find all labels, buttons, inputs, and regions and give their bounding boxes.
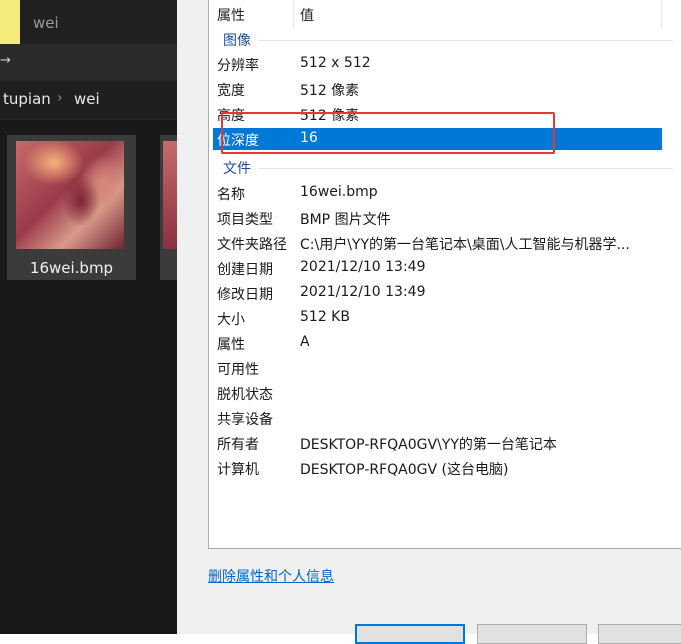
property-key: 大小 <box>217 312 245 328</box>
folder-icon <box>0 0 20 44</box>
property-row[interactable]: 分辨率 512 x 512 <box>209 52 681 77</box>
annotation-highlight-box <box>221 112 555 154</box>
property-row[interactable]: 修改日期 2021/12/10 13:49 <box>209 281 681 306</box>
group-title-image: 图像 <box>223 33 251 49</box>
property-key: 名称 <box>217 187 245 203</box>
group-divider <box>259 40 673 41</box>
group-file: 文件 <box>223 158 675 178</box>
property-value: 16wei.bmp <box>300 184 378 200</box>
breadcrumb-wei[interactable]: wei <box>74 90 100 108</box>
property-key: 文件夹路径 <box>217 237 287 253</box>
ok-button[interactable] <box>355 624 465 644</box>
toolbar-arrow-icon[interactable]: → <box>0 53 11 68</box>
column-divider[interactable] <box>661 0 662 28</box>
breadcrumb-tupian[interactable]: tupian <box>3 90 51 108</box>
property-row[interactable]: 共享设备 <box>209 406 681 431</box>
property-row[interactable]: 项目类型 BMP 图片文件 <box>209 206 681 231</box>
property-value: 2021/12/10 13:49 <box>300 259 426 275</box>
property-key: 脱机状态 <box>217 387 273 403</box>
property-row[interactable]: 计算机 DESKTOP-RFQA0GV (这台电脑) <box>209 456 681 481</box>
property-row[interactable]: 创建日期 2021/12/10 13:49 <box>209 256 681 281</box>
column-header-value[interactable]: 值 <box>300 5 314 25</box>
image-thumbnail <box>16 141 124 249</box>
cancel-button[interactable] <box>477 624 587 644</box>
file-thumbnail-item-partial[interactable] <box>160 135 177 280</box>
file-explorer-window: wei → tupian › wei 16wei.bmp <box>0 0 177 634</box>
group-divider <box>259 168 673 169</box>
property-value: 512 x 512 <box>300 55 371 71</box>
property-row[interactable]: 可用性 <box>209 356 681 381</box>
property-value: 2021/12/10 13:49 <box>300 284 426 300</box>
property-key: 属性 <box>217 337 245 353</box>
property-key: 分辨率 <box>217 58 259 74</box>
column-divider[interactable] <box>293 0 294 28</box>
properties-dialog: 属性 值 图像 分辨率 512 x 512 宽度 512 像素 高度 512 像… <box>177 0 681 644</box>
group-image: 图像 <box>223 30 675 50</box>
property-key: 共享设备 <box>217 412 273 428</box>
property-row[interactable]: 所有者 DESKTOP-RFQA0GV\YY的第一台笔记本 <box>209 431 681 456</box>
property-row[interactable]: 宽度 512 像素 <box>209 77 681 102</box>
property-value: C:\用户\YY的第一台笔记本\桌面\人工智能与机器学... <box>300 237 630 253</box>
property-row[interactable]: 脱机状态 <box>209 381 681 406</box>
explorer-toolbar <box>0 44 177 80</box>
column-header: 属性 值 <box>209 0 681 28</box>
property-key: 计算机 <box>217 462 259 478</box>
property-row[interactable]: 名称 16wei.bmp <box>209 181 681 206</box>
image-thumbnail <box>163 141 177 249</box>
column-header-property[interactable]: 属性 <box>217 5 245 25</box>
tab-strip: wei <box>0 0 177 44</box>
file-name-label: 16wei.bmp <box>29 259 114 277</box>
property-value: 512 像素 <box>300 83 360 99</box>
property-value: DESKTOP-RFQA0GV (这台电脑) <box>300 462 509 478</box>
property-key: 可用性 <box>217 362 259 378</box>
property-key: 修改日期 <box>217 287 273 303</box>
property-value: BMP 图片文件 <box>300 212 391 228</box>
property-row[interactable]: 大小 512 KB <box>209 306 681 331</box>
file-thumbnail-item[interactable]: 16wei.bmp <box>7 135 136 280</box>
remove-properties-link[interactable]: 删除属性和个人信息 <box>208 566 334 586</box>
property-key: 所有者 <box>217 437 259 453</box>
tab-title[interactable]: wei <box>33 14 59 32</box>
property-key: 宽度 <box>217 83 245 99</box>
property-row[interactable]: 文件夹路径 C:\用户\YY的第一台笔记本\桌面\人工智能与机器学... <box>209 231 681 256</box>
property-value: A <box>300 334 310 350</box>
breadcrumb-chevron-icon: › <box>57 90 63 106</box>
property-row[interactable]: 属性 A <box>209 331 681 356</box>
group-title-file: 文件 <box>223 161 251 177</box>
property-value: 512 KB <box>300 309 350 325</box>
property-key: 创建日期 <box>217 262 273 278</box>
property-value: DESKTOP-RFQA0GV\YY的第一台笔记本 <box>300 437 557 453</box>
details-list: 属性 值 图像 分辨率 512 x 512 宽度 512 像素 高度 512 像… <box>208 0 681 549</box>
apply-button[interactable] <box>598 624 681 644</box>
property-key: 项目类型 <box>217 212 273 228</box>
